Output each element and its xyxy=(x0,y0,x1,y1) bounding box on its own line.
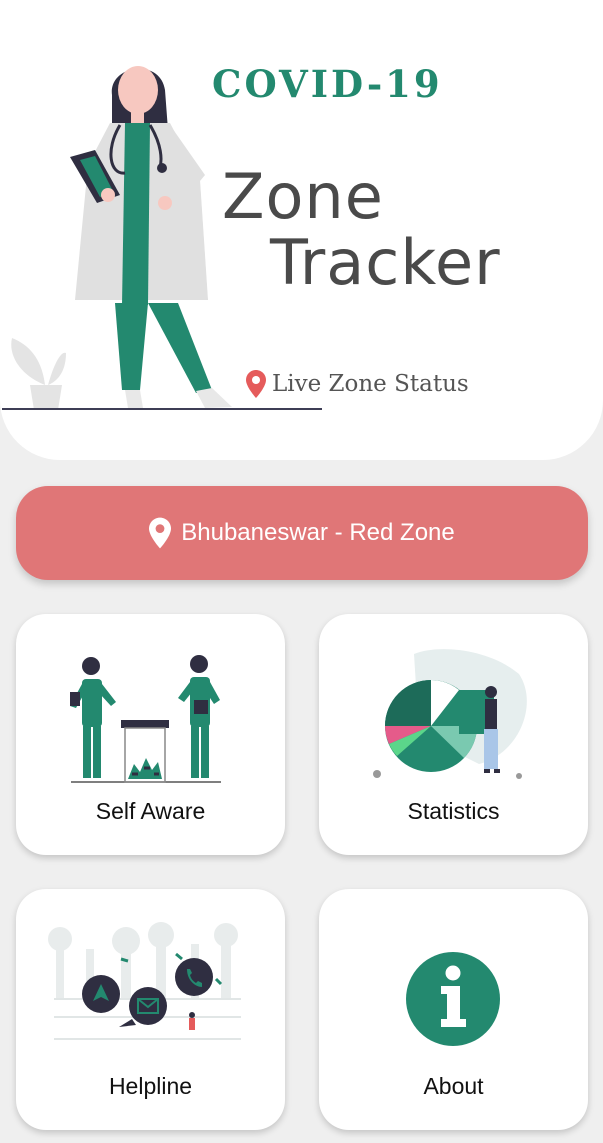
doctors-illustration xyxy=(70,655,221,783)
current-zone-banner[interactable]: Bhubaneswar - Red Zone xyxy=(16,486,588,580)
info-icon xyxy=(406,952,500,1046)
pie-chart-illustration xyxy=(373,649,527,779)
live-zone-status-text: Live Zone Status xyxy=(272,371,469,397)
current-zone-text: Bhubaneswar - Red Zone xyxy=(181,519,455,546)
app-title-tracker: Tracker xyxy=(270,226,501,299)
about-label: About xyxy=(423,1073,484,1099)
statistics-label: Statistics xyxy=(407,798,500,824)
self-aware-card[interactable]: Self Aware xyxy=(16,614,285,855)
statistics-card[interactable]: Statistics xyxy=(319,614,588,855)
live-zone-status-label: Live Zone Status xyxy=(246,370,469,398)
contact-illustration xyxy=(48,922,241,1040)
app-title-covid: COVID-19 xyxy=(212,62,443,106)
map-pin-icon xyxy=(246,370,266,398)
app-header: COVID-19 Zone Tracker Live Zone Status xyxy=(0,0,603,460)
helpline-label: Helpline xyxy=(108,1073,193,1099)
app-title-zone: Zone xyxy=(222,160,384,233)
about-card[interactable]: About xyxy=(319,889,588,1130)
helpline-card[interactable]: Helpline xyxy=(16,889,285,1130)
self-aware-label: Self Aware xyxy=(95,798,206,824)
map-pin-icon xyxy=(149,517,172,549)
